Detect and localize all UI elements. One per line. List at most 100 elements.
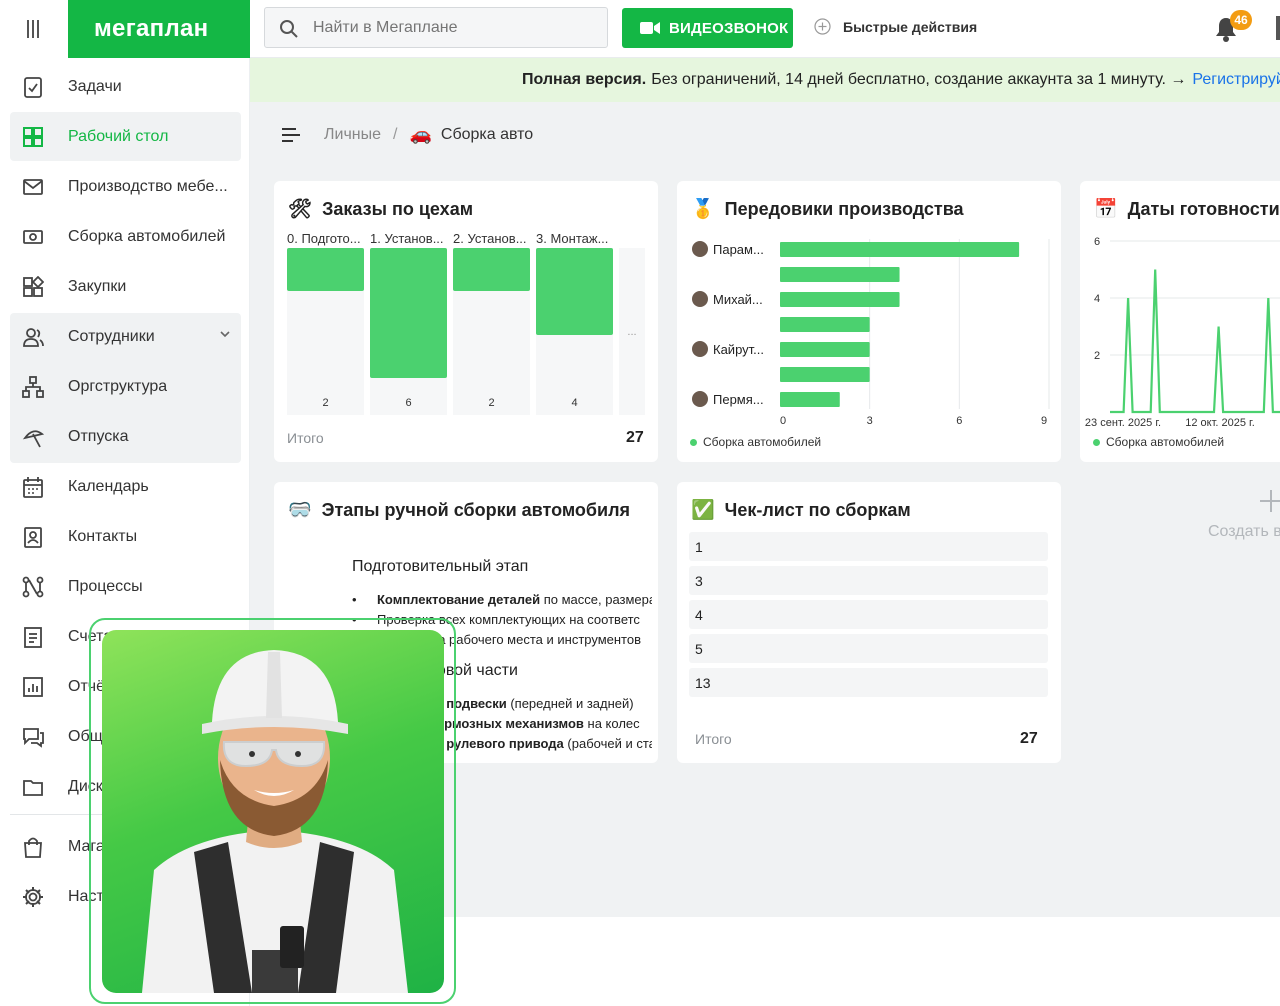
workshop-column[interactable]: 4 bbox=[536, 248, 613, 415]
top-workers-chart: 0 3 6 9 Парам... Михай... Кайрут... Пермя... bbox=[692, 239, 1050, 427]
legend-label: Сборка автомобилей bbox=[703, 435, 822, 449]
sidebar-item[interactable]: Задачи bbox=[10, 62, 241, 111]
camera-icon bbox=[640, 22, 660, 34]
workshop-bar bbox=[536, 248, 613, 335]
sidebar-item[interactable]: Оргструктура bbox=[10, 362, 241, 411]
sidebar-item-label: Сотрудники bbox=[68, 327, 155, 345]
top-bar: ВИДЕОЗВОНОК Быстрые действия 46 bbox=[250, 0, 1280, 58]
register-link[interactable]: Регистрируй bbox=[1192, 71, 1280, 89]
tools-icon: 🛠 bbox=[288, 199, 313, 220]
sidebar-item[interactable]: Отпуска bbox=[10, 412, 241, 461]
sidebar-item[interactable]: Сотрудники bbox=[10, 312, 241, 361]
apps-menu-button[interactable] bbox=[0, 0, 68, 58]
stage-item-text: по массе, размера bbox=[540, 592, 652, 607]
sidebar-item[interactable]: Процессы bbox=[10, 562, 241, 611]
process-icon bbox=[22, 576, 44, 598]
chart-legend: Сборка автомобилей bbox=[1093, 435, 1224, 449]
breadcrumb-parent[interactable]: Личные bbox=[324, 126, 381, 144]
search-icon bbox=[280, 20, 298, 38]
y-tick-label: 4 bbox=[1094, 293, 1100, 305]
widget-title: 📅 Даты готовности bbox=[1094, 197, 1280, 221]
workshop-count: 6 bbox=[405, 397, 412, 409]
search-input[interactable] bbox=[313, 18, 593, 37]
sidebar-item-label: Сборка автомобилей bbox=[68, 227, 226, 245]
dashboard-icon bbox=[23, 127, 43, 147]
medal-icon: 🥇 bbox=[691, 199, 715, 220]
x-tick-label: 9 bbox=[1041, 415, 1047, 427]
column-label: 0. Подгото... bbox=[287, 231, 361, 246]
gear-icon bbox=[23, 887, 43, 907]
total-value: 27 bbox=[1020, 730, 1038, 747]
shop-icon bbox=[24, 837, 42, 858]
stage-item: Комплектование деталей по массе, размера bbox=[352, 590, 652, 610]
widget-title: ✅ Чек-лист по сборкам bbox=[691, 498, 911, 522]
task-icon bbox=[24, 77, 42, 98]
sidebar-item-label: Оргструктура bbox=[68, 377, 168, 395]
checklist-row[interactable]: 1 bbox=[689, 532, 1048, 561]
leader-bar bbox=[780, 317, 870, 332]
envelope-icon bbox=[23, 179, 43, 195]
leader-bar bbox=[780, 242, 1020, 257]
plus-circle-icon bbox=[814, 18, 831, 35]
checklist-widget[interactable]: ✅ Чек-лист по сборкам 1 3 4 5 13 Итого 27 bbox=[677, 482, 1061, 763]
workshop-column[interactable]: 2 bbox=[287, 248, 364, 415]
widget-title: 🥽 Этапы ручной сборки автомобиля bbox=[288, 498, 630, 522]
checklist-row[interactable]: 4 bbox=[689, 600, 1048, 629]
workshop-column[interactable]: 2 bbox=[453, 248, 530, 415]
more-columns[interactable]: ... bbox=[619, 248, 645, 415]
promo-bold: Полная версия. bbox=[522, 71, 647, 88]
readiness-dates-chart: 6 4 2 23 сент. 2025 г. 12 окт. 2025 г. bbox=[1085, 236, 1280, 429]
widget-title: 🥇 Передовики производства bbox=[691, 197, 964, 221]
avatar bbox=[692, 241, 708, 257]
quick-actions-label: Быстрые действия bbox=[843, 18, 978, 35]
sidebar-item[interactable]: Календарь bbox=[10, 462, 241, 511]
stage-item-bold: Комплектование деталей bbox=[377, 592, 541, 607]
calendar-icon: 📅 bbox=[1094, 199, 1118, 220]
leader-bar bbox=[780, 342, 870, 357]
breadcrumb-separator: / bbox=[393, 125, 398, 143]
sidebar-item-label: Отпуска bbox=[68, 427, 129, 445]
sidebar-item[interactable]: Рабочий стол bbox=[10, 112, 241, 161]
avatar bbox=[692, 341, 708, 357]
column-label: 1. Установ... bbox=[370, 231, 444, 246]
x-tick-label: 3 bbox=[867, 415, 873, 427]
orgchart-icon bbox=[22, 376, 44, 398]
sidebar-item[interactable]: Контакты bbox=[10, 512, 241, 561]
widget-title-text: Этапы ручной сборки автомобиля bbox=[321, 499, 631, 520]
list-menu-icon[interactable] bbox=[282, 127, 302, 143]
goggles-icon: 🥽 bbox=[288, 500, 312, 521]
workshop-bar bbox=[453, 248, 530, 292]
line-series bbox=[1110, 269, 1280, 414]
breadcrumb-current: Сборка авто bbox=[440, 125, 534, 143]
widget-title: 🛠 Заказы по цехам bbox=[288, 197, 473, 221]
total-label: Итого bbox=[287, 430, 324, 446]
video-call-button[interactable]: ВИДЕОЗВОНОК bbox=[622, 8, 793, 48]
chevron-down-icon[interactable] bbox=[219, 328, 231, 340]
orders-by-workshop-widget[interactable]: 🛠 Заказы по цехам 0. Подгото... 2 1. Устан… bbox=[274, 181, 658, 462]
search-box[interactable] bbox=[264, 7, 608, 48]
top-workers-widget[interactable]: 🥇 Передовики производства 0 3 6 9 Парам... Ми… bbox=[677, 181, 1061, 462]
sidebar-item[interactable]: Сборка автомобилей bbox=[10, 212, 241, 261]
calendar-icon bbox=[23, 477, 43, 498]
readiness-dates-widget[interactable]: 📅 Даты готовности 6 4 2 23 сент. 2025 г. 12 … bbox=[1080, 181, 1280, 462]
checklist-row[interactable]: 3 bbox=[689, 566, 1048, 595]
create-widget-button[interactable]: Создать в bbox=[1208, 490, 1280, 541]
checklist-row[interactable]: 5 bbox=[689, 634, 1048, 663]
checklist-row[interactable]: 13 bbox=[689, 668, 1048, 697]
users-icon bbox=[23, 328, 44, 347]
plus-icon bbox=[1260, 490, 1280, 512]
workshop-column[interactable]: 6 bbox=[370, 248, 447, 415]
logo[interactable]: мегаплан bbox=[68, 0, 250, 58]
worker-illustration bbox=[142, 650, 408, 993]
workshop-count: 2 bbox=[488, 397, 495, 409]
x-tick-label: 0 bbox=[780, 415, 786, 427]
workshop-bar bbox=[370, 248, 447, 378]
folder-icon bbox=[23, 780, 43, 796]
sidebar-item[interactable]: Закупки bbox=[10, 262, 241, 311]
total-label: Итого bbox=[695, 731, 732, 747]
widget-title-text: Передовики производства bbox=[724, 198, 964, 219]
leader-name: Парам... bbox=[713, 242, 764, 257]
column-label: 2. Установ... bbox=[453, 231, 527, 246]
sidebar-item[interactable]: Производство мебе... bbox=[10, 162, 241, 211]
quick-actions-button[interactable]: Быстрые действия bbox=[814, 18, 977, 35]
